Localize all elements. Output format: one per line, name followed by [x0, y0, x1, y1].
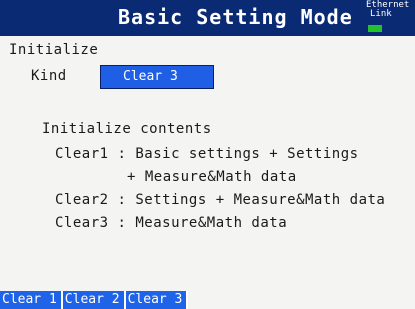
contents-line-clear1: Clear1 : Basic settings + Settings — [55, 146, 359, 162]
section-heading: Initialize — [9, 42, 99, 58]
contents-line-clear3: Clear3 : Measure&Math data — [55, 215, 288, 231]
page-title: Basic Setting Mode — [118, 5, 353, 29]
contents-line-clear2: Clear2 : Settings + Measure&Math data — [55, 192, 386, 208]
link-led-icon — [368, 25, 382, 32]
softkey-bar: Clear 1 Clear 2 Clear 3 — [0, 291, 189, 309]
link-label: Link — [370, 9, 392, 19]
contents-heading: Initialize contents — [42, 121, 212, 137]
ethernet-status: Ethernet Link — [366, 1, 415, 19]
title-bar: Basic Setting Mode Ethernet Link — [0, 0, 415, 36]
softkey-clear-3[interactable]: Clear 3 — [125, 291, 189, 309]
softkey-clear-1[interactable]: Clear 1 — [0, 291, 63, 309]
softkey-clear-2[interactable]: Clear 2 — [62, 291, 126, 309]
kind-value-field[interactable]: Clear 3 — [100, 65, 214, 89]
contents-line-clear1-cont: + Measure&Math data — [127, 169, 297, 185]
kind-label: Kind — [31, 68, 67, 84]
